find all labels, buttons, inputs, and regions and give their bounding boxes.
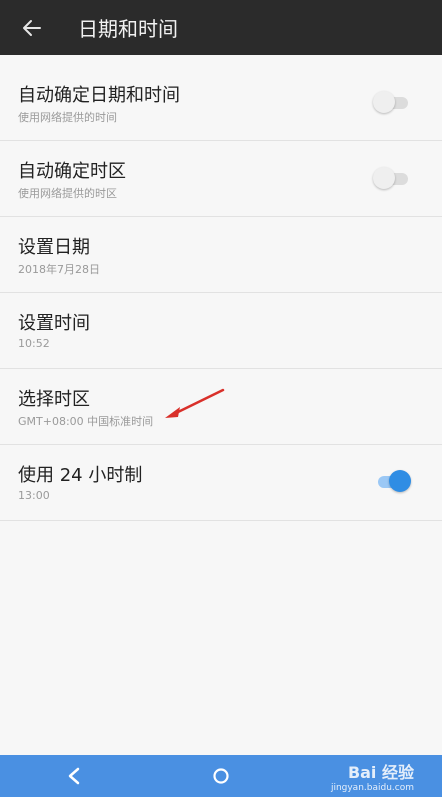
watermark-url: jingyan.baidu.com (330, 783, 414, 793)
nav-back-button[interactable] (56, 761, 92, 791)
watermark: Bai 经验 jingyan.baidu.com (331, 759, 414, 793)
back-icon (68, 767, 80, 785)
system-nav-bar: Bai 经验 jingyan.baidu.com (0, 755, 442, 797)
watermark-brand: Bai 经验 (347, 763, 414, 782)
nav-home-button[interactable] (203, 761, 239, 791)
annotation-arrow-icon (165, 388, 225, 418)
home-icon (213, 768, 229, 784)
